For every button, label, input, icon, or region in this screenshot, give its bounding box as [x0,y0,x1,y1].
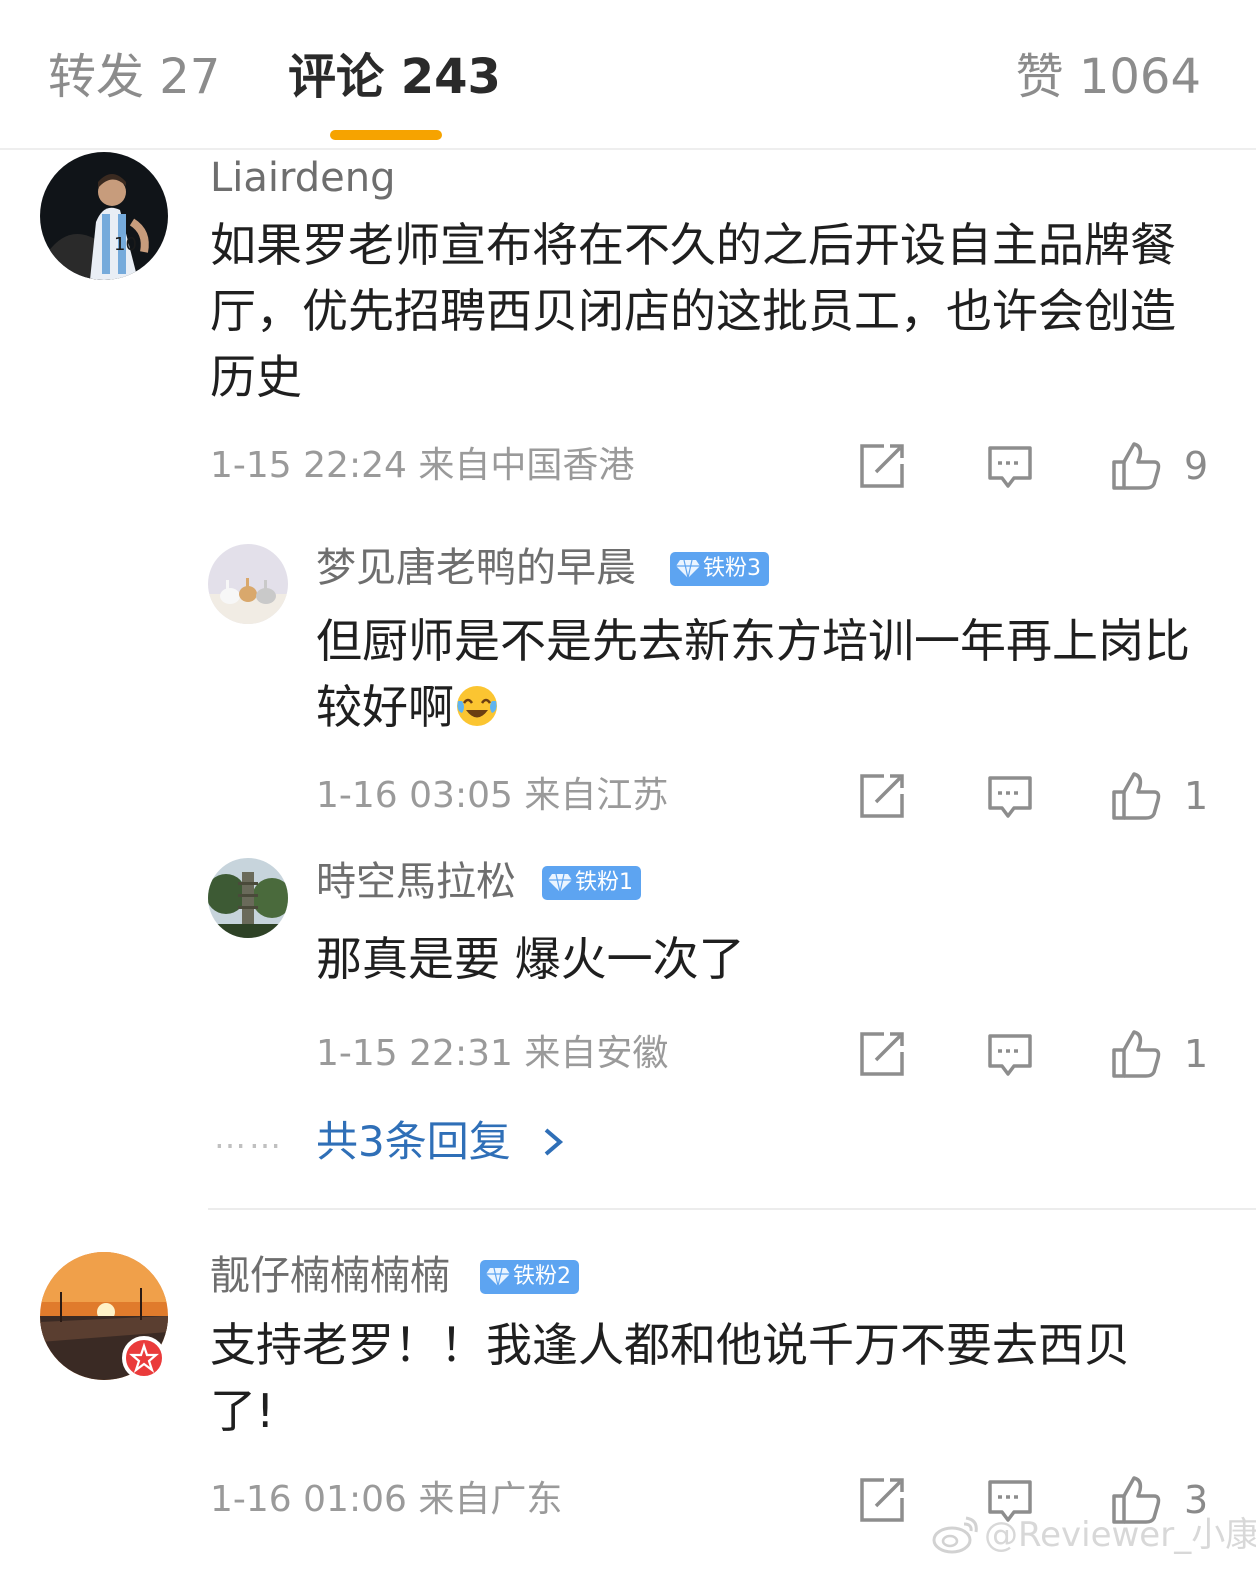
reply-text: 那真是要 爆火一次了 [316,932,745,986]
like-button[interactable] [1110,1028,1162,1080]
reply-button[interactable] [984,1028,1036,1080]
share-button[interactable] [856,1474,908,1526]
comment-text: 如果罗老师宣布将在不久的之后开设自主品牌餐厅，优先招聘西贝闭店的这批员工，也许会… [210,218,1176,404]
more-replies-dots: …… [214,1118,284,1156]
share-button[interactable] [856,440,908,492]
comment-bubble-icon [988,1034,1032,1076]
comment-meta: 1-16 01:06 来自广东 [210,1476,562,1524]
more-replies-link[interactable]: 共3条回复 [316,1114,568,1170]
comment-text: 支持老罗！！我逢人都和他说千万不要去西贝了! [210,1318,1130,1438]
reply-location: 来自安徽 [524,1033,669,1074]
svg-text:10: 10 [114,234,137,255]
share-icon [860,444,904,488]
reply-meta: 1-15 22:31 来自安徽 [316,1030,668,1078]
like-button[interactable] [1110,770,1162,822]
more-replies-label: 共3条回复 [316,1117,511,1166]
reply-text-body: 但厨师是不是先去新东方培训一年再上岗比较好啊 [316,614,1190,734]
thumbs-up-icon [1112,1030,1161,1078]
diamond-icon [486,1267,510,1286]
reply-meta: 1-16 03:05 来自江苏 [316,772,668,820]
diamond-icon [548,873,572,892]
laughing-crying-emoji-icon [457,686,497,726]
share-icon [860,1478,904,1522]
reply-button[interactable] [984,440,1036,492]
fan-badge: 铁粉2 [480,1260,579,1294]
avatar[interactable] [208,544,288,624]
badge-label: 铁粉3 [703,556,761,581]
reply-text: 但厨师是不是先去新东方培训一年再上岗比较好啊 [316,608,1196,740]
diamond-icon [676,559,700,578]
comment-bubble-icon [988,446,1032,488]
reply-username[interactable]: 時空馬拉松 [316,856,516,908]
like-count: 9 [1184,444,1209,488]
comment-username[interactable]: Liairdeng [210,152,396,204]
comment-tabs: 转发 27 评论 243 赞 1064 [0,0,1256,150]
active-tab-indicator [330,130,442,140]
reply-button[interactable] [984,770,1036,822]
chevron-right-icon [544,1128,564,1156]
avatar[interactable] [208,858,288,938]
thumbs-up-icon [1112,442,1161,490]
comment-bubble-icon [988,776,1032,818]
comment-location: 来自广东 [418,1479,563,1520]
badge-label: 铁粉1 [575,870,633,895]
reply-location: 来自江苏 [524,775,669,816]
comment-time: 1-16 01:06 [210,1479,407,1520]
avatar[interactable]: 10 [40,152,168,280]
watermark-text: @Reviewer_小康 [984,1515,1256,1555]
comment-meta: 1-15 22:24 来自中国香港 [210,442,634,490]
badge-label: 铁粉2 [513,1264,571,1289]
fan-badge: 铁粉3 [670,552,769,586]
tab-repost[interactable]: 转发 27 [48,45,220,109]
weibo-logo-icon [932,1516,978,1554]
like-button[interactable] [1110,440,1162,492]
share-icon [860,774,904,818]
watermark: @Reviewer_小康 [932,1512,1256,1558]
comment-username[interactable]: 靓仔楠楠楠楠 [210,1250,450,1302]
reply-time: 1-16 03:05 [316,775,513,816]
like-count: 1 [1184,1032,1209,1076]
comment-divider [208,1208,1256,1210]
share-button[interactable] [856,1028,908,1080]
pagoda-avatar-icon [208,858,288,938]
reply-username[interactable]: 梦见唐老鸭的早晨 [316,542,636,594]
rabbits-avatar-icon [208,544,288,624]
soccer-player-avatar-icon: 10 [40,152,168,280]
fan-badge: 铁粉1 [542,866,641,900]
avatar[interactable] [40,1252,168,1380]
thumbs-up-icon [1112,772,1161,820]
reply-time: 1-15 22:31 [316,1033,513,1074]
comment-location: 来自中国香港 [418,445,635,486]
tab-likes[interactable]: 赞 1064 [1016,45,1201,109]
verified-badge-icon [122,1336,166,1380]
share-button[interactable] [856,770,908,822]
tab-comments[interactable]: 评论 243 [288,45,501,109]
share-icon [860,1032,904,1076]
like-count: 1 [1184,774,1209,818]
comment-time: 1-15 22:24 [210,445,407,486]
